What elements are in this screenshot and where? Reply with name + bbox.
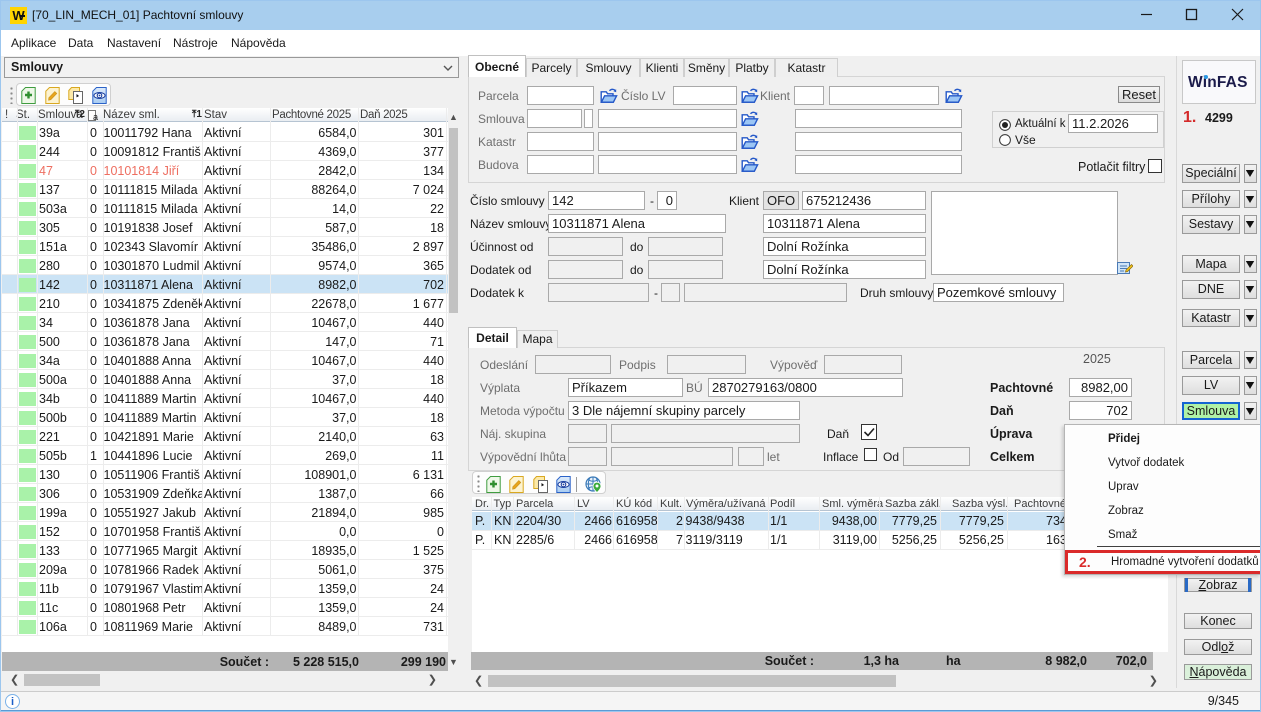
svg-text:a: a: [93, 112, 98, 122]
